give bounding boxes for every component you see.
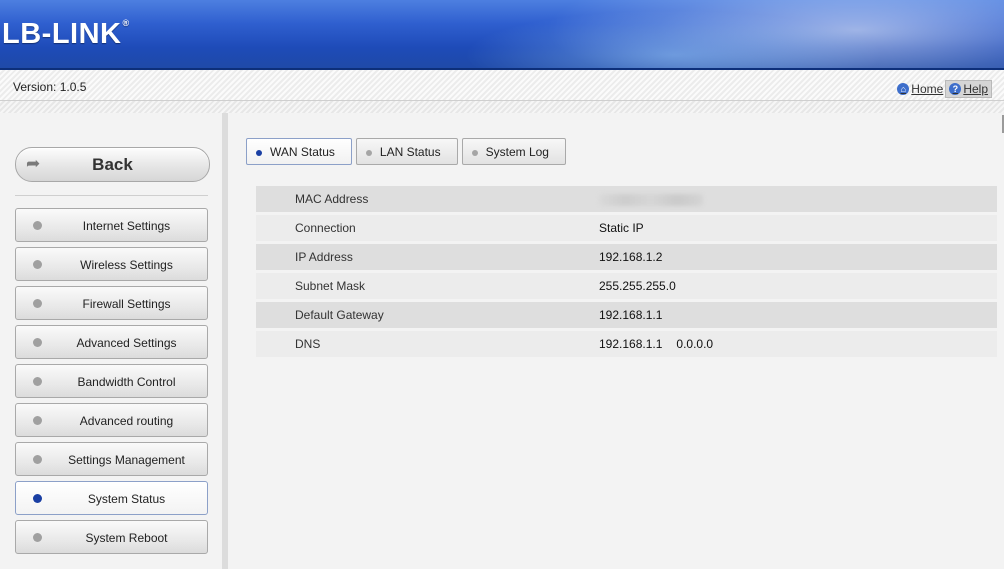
sidebar-item-label: Settings Management	[68, 453, 185, 467]
tab-label: System Log	[485, 144, 549, 159]
sidebar-item-system-reboot[interactable]: System Reboot	[15, 520, 208, 554]
sidebar-item-label: Bandwidth Control	[77, 375, 176, 389]
dns-secondary: 0.0.0.0	[676, 337, 714, 351]
sidebar-item-label: System Status	[87, 492, 166, 506]
tab-wan-status[interactable]: WAN Status	[246, 138, 352, 165]
bullet-icon	[33, 455, 42, 464]
sidebar-item-label: Advanced routing	[79, 414, 174, 428]
status-tabs: WAN Status LAN Status System Log	[246, 138, 566, 165]
sidebar-item-advanced-settings[interactable]: Advanced Settings	[15, 325, 208, 359]
brand-logo: LB-LINK®	[2, 18, 130, 50]
main-content: WAN Status LAN Status System Log MAC Add…	[228, 113, 1004, 569]
back-button[interactable]: ➦ Back	[15, 147, 210, 182]
help-link[interactable]: ? Help	[945, 80, 992, 98]
sidebar-item-advanced-routing[interactable]: Advanced routing	[15, 403, 208, 437]
sidebar-item-label: Internet Settings	[82, 219, 171, 233]
home-icon: ⌂	[897, 83, 910, 95]
home-link[interactable]: ⌂ Home	[895, 80, 945, 98]
version-text: Version: 1.0.5	[13, 80, 87, 94]
row-value: 192.168.1.1	[597, 302, 997, 328]
wan-status-table: MAC Address Connection Static IP IP Addr…	[256, 183, 997, 360]
table-row: Subnet Mask 255.255.255.0	[256, 273, 997, 299]
sidebar-item-wireless-settings[interactable]: Wireless Settings	[15, 247, 208, 281]
help-icon: ?	[949, 83, 962, 95]
row-value	[597, 186, 997, 212]
bullet-icon	[33, 299, 42, 308]
row-value: 192.168.1.2	[597, 244, 997, 270]
bullet-icon	[33, 416, 42, 425]
banner-glow-secondary	[464, 10, 884, 68]
sidebar-item-system-status[interactable]: System Status	[15, 481, 208, 515]
row-label: DNS	[256, 331, 597, 357]
row-label: Connection	[256, 215, 597, 241]
table-row: DNS 192.168.1.1 0.0.0.0	[256, 331, 997, 357]
version-bar: Version: 1.0.5 ⌂ Home ? Help	[0, 70, 1004, 101]
table-row: MAC Address	[256, 186, 997, 212]
header-banner: LB-LINK®	[0, 0, 1004, 70]
sidebar-item-label: System Reboot	[85, 531, 168, 545]
bullet-icon	[256, 150, 262, 156]
bullet-icon	[33, 260, 42, 269]
row-value: 192.168.1.1 0.0.0.0	[597, 331, 997, 357]
tab-label: WAN Status	[270, 144, 335, 159]
tab-lan-status[interactable]: LAN Status	[355, 138, 458, 165]
sidebar-item-label: Wireless Settings	[80, 258, 173, 272]
bullet-icon	[471, 150, 478, 156]
sidebar: ➦ Back Internet Settings Wireless Settin…	[0, 113, 228, 569]
bullet-icon	[33, 221, 42, 230]
home-link-label: Home	[911, 82, 944, 96]
bullet-icon	[33, 377, 42, 386]
sidebar-item-settings-management[interactable]: Settings Management	[15, 442, 208, 476]
header-spacer	[0, 101, 1004, 113]
row-value: 255.255.255.0	[597, 273, 997, 299]
row-label: Subnet Mask	[256, 273, 597, 299]
sidebar-item-firewall-settings[interactable]: Firewall Settings	[15, 286, 208, 320]
tab-label: LAN Status	[379, 144, 441, 159]
sidebar-item-label: Firewall Settings	[82, 297, 171, 311]
sidebar-item-label: Advanced Settings	[76, 336, 177, 350]
tab-system-log[interactable]: System Log	[461, 138, 566, 165]
table-row: Default Gateway 192.168.1.1	[256, 302, 997, 328]
help-link-label: Help	[963, 82, 988, 96]
bullet-icon	[33, 494, 42, 503]
dns-primary: 192.168.1.1	[599, 337, 663, 351]
bullet-icon	[365, 150, 372, 156]
sidebar-item-internet-settings[interactable]: Internet Settings	[15, 208, 208, 242]
table-row: Connection Static IP	[256, 215, 997, 241]
table-row: IP Address 192.168.1.2	[256, 244, 997, 270]
row-label: IP Address	[256, 244, 597, 270]
row-value: Static IP	[597, 215, 997, 241]
redacted-mac-address	[599, 193, 703, 206]
sidebar-item-bandwidth-control[interactable]: Bandwidth Control	[15, 364, 208, 398]
back-button-label: Back	[92, 155, 133, 174]
row-label: MAC Address	[256, 186, 597, 212]
bullet-icon	[33, 533, 42, 542]
sidebar-divider	[15, 195, 208, 196]
row-label: Default Gateway	[256, 302, 597, 328]
bullet-icon	[33, 338, 42, 347]
top-links: ⌂ Home ? Help	[895, 80, 992, 98]
